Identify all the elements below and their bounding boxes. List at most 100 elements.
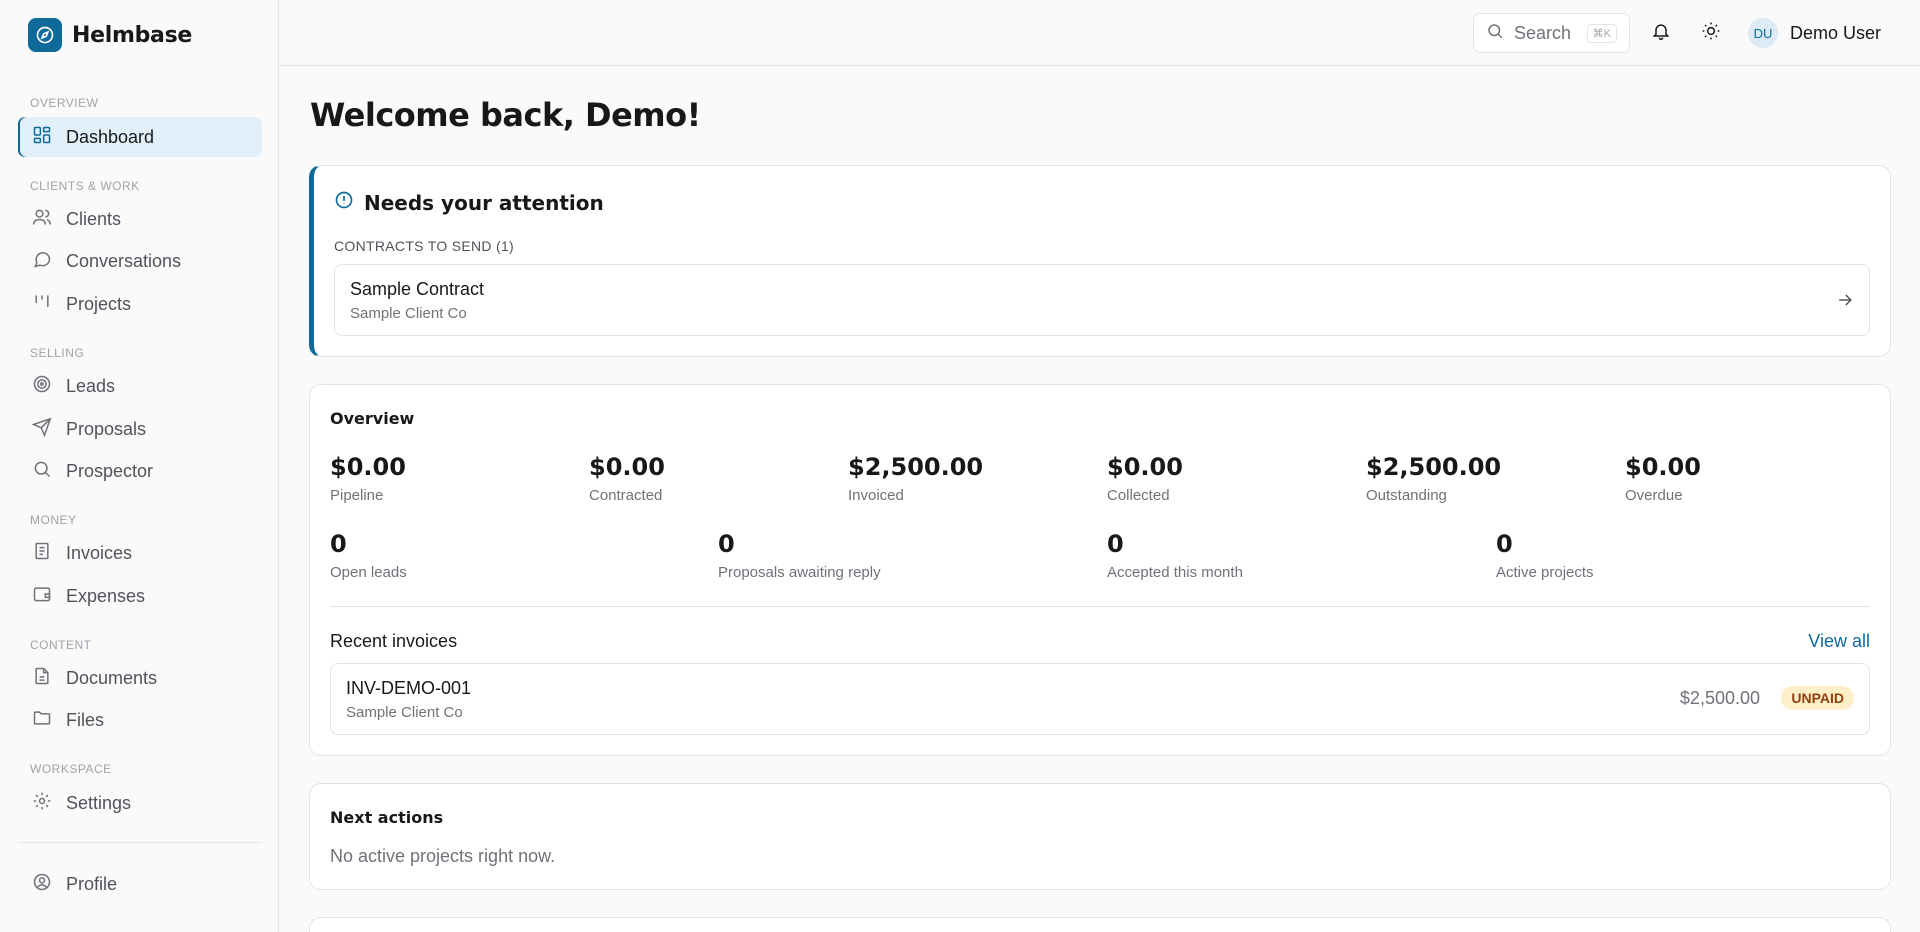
kanban-icon [32,292,52,317]
view-all-link[interactable]: View all [1808,631,1870,652]
contract-client: Sample Client Co [350,305,467,322]
stat-label: Outstanding [1366,487,1447,504]
attention-card: Needs your attention CONTRACTS TO SEND (… [309,165,1891,357]
stat-value: $2,500.00 [1366,453,1502,481]
additional-card [309,917,1891,932]
theme-toggle-button[interactable] [1696,18,1726,48]
page-title: Welcome back, Demo! [310,96,701,134]
sidebar-item-invoices[interactable]: Invoices [18,533,262,573]
section-clients-work: CLIENTS & WORK [30,179,140,193]
app-name: Helmbase [72,22,193,48]
search-shortcut: ⌘K [1586,23,1617,43]
sidebar-item-label: Proposals [66,418,147,439]
sidebar-item-files[interactable]: Files [18,700,262,740]
sidebar-item-label: Prospector [66,460,154,481]
attention-title: Needs your attention [364,190,604,215]
arrow-right-icon [1835,290,1855,314]
brand[interactable]: Helmbase [28,18,192,52]
contract-row[interactable]: Sample Contract Sample Client Co [334,264,1870,336]
overview-card: Overview $0.00 Pipeline $0.00 Contracted… [309,384,1891,756]
stat-value: $0.00 [330,453,406,481]
sidebar-item-profile[interactable]: Profile [18,864,262,904]
sidebar: Helmbase OVERVIEW Dashboard CLIENTS & WO… [0,0,279,932]
document-icon [32,666,52,691]
chat-icon [32,249,52,274]
sidebar-item-label: Files [66,709,105,730]
search-icon [32,459,52,484]
section-workspace: WORKSPACE [30,762,112,776]
stat-label: Invoiced [848,487,904,504]
user-menu[interactable]: DU Demo User [1748,18,1881,48]
stat-value: $2,500.00 [848,453,984,481]
stat-accepted-month: 0 Accepted this month [1107,530,1243,581]
notifications-button[interactable] [1646,18,1676,48]
sidebar-item-label: Profile [66,873,118,894]
sidebar-item-clients[interactable]: Clients [18,199,262,239]
stat-label: Proposals awaiting reply [718,564,881,581]
stat-outstanding: $2,500.00 Outstanding [1366,453,1501,504]
sidebar-item-label: Conversations [66,250,182,271]
sidebar-item-label: Invoices [66,542,133,563]
stat-value: $0.00 [1107,453,1183,481]
stat-proposals-awaiting: 0 Proposals awaiting reply [718,530,881,581]
sidebar-item-projects[interactable]: Projects [18,284,262,324]
gear-icon [32,791,52,816]
compass-icon [28,18,62,52]
section-overview: OVERVIEW [30,96,99,110]
section-selling: SELLING [30,346,85,360]
stat-label: Contracted [589,487,663,504]
sidebar-item-settings[interactable]: Settings [18,783,262,823]
stat-overdue: $0.00 Overdue [1625,453,1701,504]
stat-contracted: $0.00 Contracted [589,453,665,504]
sidebar-item-label: Clients [66,208,122,229]
stat-active-projects: 0 Active projects [1496,530,1594,581]
stat-value: 0 [1496,530,1513,558]
stat-collected: $0.00 Collected [1107,453,1183,504]
target-icon [32,374,52,399]
sidebar-item-label: Expenses [66,585,146,606]
sidebar-item-documents[interactable]: Documents [18,658,262,698]
user-name: Demo User [1790,22,1882,43]
sidebar-item-leads[interactable]: Leads [18,366,262,406]
status-badge: UNPAID [1781,686,1854,710]
recent-invoices-title: Recent invoices [330,631,458,651]
invoice-amount: $2,500.00 [1679,688,1760,708]
sidebar-item-label: Dashboard [66,126,155,147]
sidebar-item-label: Projects [66,293,132,314]
attention-header: Needs your attention [334,190,604,215]
invoice-number: INV-DEMO-001 [346,678,472,698]
receipt-icon [32,541,52,566]
stat-label: Active projects [1496,564,1594,581]
alert-icon [334,190,354,215]
sidebar-divider [18,842,262,843]
stat-label: Pipeline [330,487,384,504]
sidebar-item-label: Documents [66,667,158,688]
stat-value: 0 [1107,530,1124,558]
sidebar-item-dashboard[interactable]: Dashboard [18,117,262,157]
users-icon [32,207,52,232]
contract-title: Sample Contract [350,279,485,299]
next-actions-title: Next actions [330,808,444,827]
search-button[interactable]: Search ⌘K [1473,13,1630,53]
stat-open-leads: 0 Open leads [330,530,407,581]
search-label: Search [1514,22,1572,43]
dashboard-icon [32,125,52,150]
stat-label: Accepted this month [1107,564,1243,581]
sidebar-item-proposals[interactable]: Proposals [18,409,262,449]
sidebar-item-conversations[interactable]: Conversations [18,241,262,281]
attention-subtitle: CONTRACTS TO SEND (1) [334,238,515,254]
stat-pipeline: $0.00 Pipeline [330,453,406,504]
folder-icon [32,708,52,733]
sidebar-item-expenses[interactable]: Expenses [18,576,262,616]
stat-value: 0 [718,530,735,558]
sidebar-item-prospector[interactable]: Prospector [18,451,262,491]
stat-label: Open leads [330,564,407,581]
next-actions-card: Next actions No active projects right no… [309,783,1891,890]
section-money: MONEY [30,513,77,527]
bell-icon [1651,21,1671,45]
sun-icon [1701,21,1721,45]
send-icon [31,416,52,442]
invoice-client: Sample Client Co [346,704,463,721]
sidebar-item-label: Settings [66,792,132,813]
invoice-row[interactable]: INV-DEMO-001 Sample Client Co $2,500.00 … [330,663,1870,735]
